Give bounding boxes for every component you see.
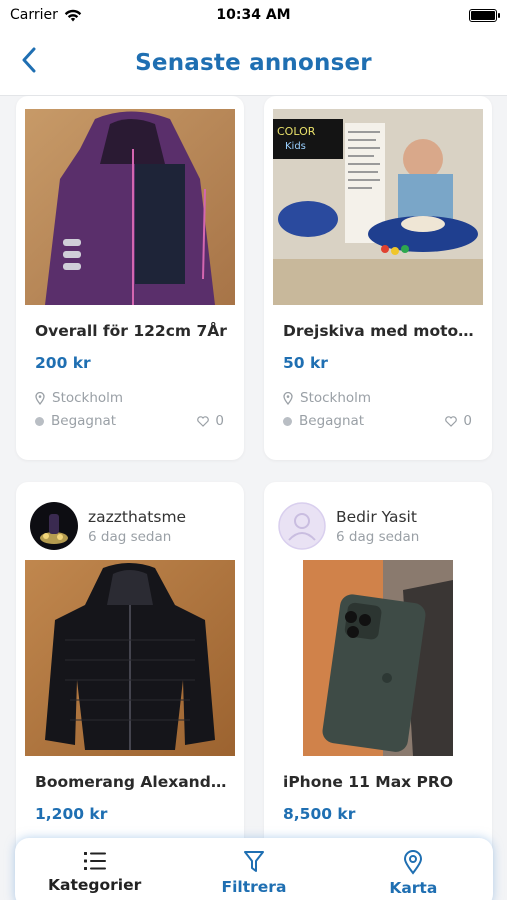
like-count: 0 — [463, 413, 472, 429]
map-pin-icon — [404, 850, 423, 875]
bottom-action-bar: Kategorier Filtrera Karta — [15, 838, 493, 900]
filter-icon — [243, 851, 264, 872]
listing-location: Stockholm — [283, 390, 371, 406]
like-count: 0 — [215, 413, 224, 429]
location-label: Stockholm — [300, 390, 372, 406]
listing-card[interactable]: Bedir Yasit 6 dag sedan iPhone 11 Max PR… — [264, 482, 492, 882]
seller-name: Bedir Yasit — [336, 507, 417, 526]
list-icon — [83, 852, 106, 870]
listing-card[interactable]: COLOR Kids Drejskiva med motor ... 50 kr… — [264, 96, 492, 460]
tab-kategorier[interactable]: Kategorier — [30, 850, 160, 894]
listing-photo — [25, 109, 235, 305]
seller-name: zazzthatsme — [88, 507, 187, 526]
condition-dot-icon — [35, 416, 44, 426]
condition-label: Begagnat — [51, 413, 117, 429]
tab-label: Filtrera — [221, 878, 287, 896]
heart-icon — [197, 415, 210, 427]
navigation-bar: Senaste annonser — [0, 30, 507, 96]
tab-label: Karta — [389, 879, 438, 897]
location-pin-icon — [283, 391, 293, 405]
posted-time: 6 dag sedan — [336, 528, 420, 545]
heart-icon — [445, 415, 458, 427]
like-button[interactable]: 0 — [445, 413, 472, 429]
listing-card[interactable]: Overall för 122cm 7År 200 kr Stockholm B… — [16, 96, 244, 460]
carrier-label: Carrier — [10, 7, 58, 23]
tab-karta[interactable]: Karta — [348, 850, 478, 897]
tab-filtrera[interactable]: Filtrera — [189, 850, 319, 896]
listing-photo — [303, 560, 453, 756]
chevron-left-icon — [22, 47, 36, 73]
svg-text:Kids: Kids — [285, 141, 306, 152]
listing-price: 200 kr — [35, 354, 91, 372]
status-bar: Carrier 10:34 AM — [0, 0, 507, 30]
listing-condition: Begagnat — [35, 413, 116, 429]
seller-avatar — [30, 502, 78, 550]
carrier-group: Carrier — [10, 7, 82, 23]
tab-label: Kategorier — [48, 876, 142, 894]
listing-price: 8,500 kr — [283, 805, 356, 823]
location-label: Stockholm — [52, 390, 124, 406]
listing-title: Boomerang Alexandr... — [35, 773, 230, 791]
posted-time: 6 dag sedan — [88, 528, 172, 545]
seller-info[interactable]: Bedir Yasit 6 dag sedan — [278, 502, 419, 550]
listing-feed[interactable]: Overall för 122cm 7År 200 kr Stockholm B… — [0, 96, 507, 900]
listing-title: Drejskiva med motor ... — [283, 322, 478, 340]
listing-price: 1,200 kr — [35, 805, 108, 823]
listing-price: 50 kr — [283, 354, 328, 372]
wifi-icon — [64, 9, 82, 21]
listing-card[interactable]: zazzthatsme 6 dag sedan Boomerang Alexan… — [16, 482, 244, 882]
listing-title: Overall för 122cm 7År — [35, 322, 227, 340]
seller-info[interactable]: zazzthatsme 6 dag sedan — [30, 502, 186, 550]
condition-label: Begagnat — [299, 413, 365, 429]
listing-photo: COLOR Kids — [273, 109, 483, 305]
condition-dot-icon — [283, 416, 292, 426]
listing-title: iPhone 11 Max PRO — [283, 773, 454, 791]
listing-photo — [25, 560, 235, 756]
svg-text:COLOR: COLOR — [277, 125, 316, 138]
listing-condition: Begagnat — [283, 413, 364, 429]
battery-icon — [469, 8, 500, 22]
location-pin-icon — [35, 391, 45, 405]
back-button[interactable] — [14, 45, 44, 75]
like-button[interactable]: 0 — [197, 413, 224, 429]
seller-avatar — [278, 502, 326, 550]
page-title: Senaste annonser — [135, 49, 372, 76]
listing-location: Stockholm — [35, 390, 123, 406]
